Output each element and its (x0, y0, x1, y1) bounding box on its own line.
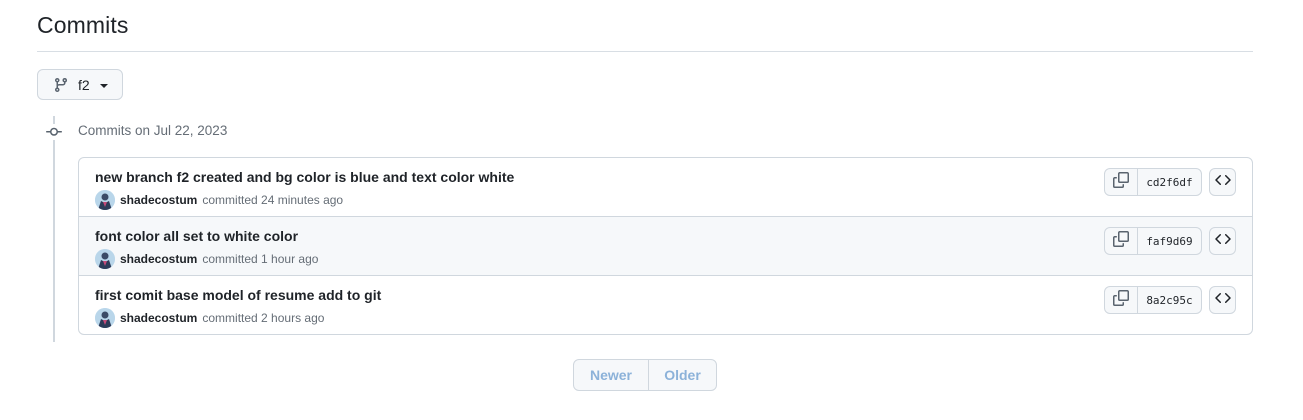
commit-list: new branch f2 created and bg color is bl… (78, 157, 1253, 335)
code-icon (1214, 290, 1231, 311)
commit-meta: shadecostum committed 24 minutes ago (95, 190, 343, 210)
sha-button-group: faf9d69 (1104, 227, 1202, 255)
copy-sha-button[interactable] (1105, 228, 1138, 254)
commit-message-link[interactable]: new branch f2 created and bg color is bl… (95, 169, 514, 185)
copy-icon (1113, 289, 1129, 311)
browse-repo-button[interactable] (1209, 168, 1236, 196)
newer-page-button[interactable]: Newer (574, 360, 649, 390)
copy-sha-button[interactable] (1105, 169, 1138, 195)
commit-meta: shadecostum committed 1 hour ago (95, 249, 318, 269)
avatar[interactable] (95, 308, 115, 328)
timeline-line (53, 116, 55, 342)
commit-row: font color all set to white color shadec… (79, 217, 1252, 276)
author-link[interactable]: shadecostum (120, 252, 197, 266)
sha-button-group: 8a2c95c (1104, 286, 1202, 314)
commit-sha-link[interactable]: cd2f6df (1138, 169, 1201, 195)
commit-time: committed 2 hours ago (202, 311, 325, 325)
commit-group-date: Commits on Jul 22, 2023 (78, 123, 228, 138)
older-page-button[interactable]: Older (649, 360, 716, 390)
author-link[interactable]: shadecostum (120, 311, 197, 325)
code-icon (1214, 172, 1231, 193)
branch-selector-button[interactable]: f2 (37, 69, 123, 100)
copy-icon (1113, 230, 1129, 252)
git-commit-icon (46, 124, 62, 140)
commit-meta: shadecostum committed 2 hours ago (95, 308, 324, 328)
chevron-down-icon (99, 83, 108, 88)
commits-page: Commits f2 Commits on Jul 22, 2023 new b… (0, 0, 1303, 420)
git-branch-icon (53, 77, 69, 93)
avatar[interactable] (95, 190, 115, 210)
branch-name: f2 (78, 76, 90, 93)
author-link[interactable]: shadecostum (120, 193, 197, 207)
pagination: Newer Older (573, 359, 717, 391)
sha-button-group: cd2f6df (1104, 168, 1202, 196)
page-title: Commits (37, 12, 129, 38)
avatar[interactable] (95, 249, 115, 269)
commit-sha-link[interactable]: faf9d69 (1138, 228, 1201, 254)
browse-repo-button[interactable] (1209, 286, 1236, 314)
commit-row: new branch f2 created and bg color is bl… (79, 158, 1252, 217)
browse-repo-button[interactable] (1209, 227, 1236, 255)
title-divider (37, 51, 1253, 52)
code-icon (1214, 231, 1231, 252)
commit-message-link[interactable]: first comit base model of resume add to … (95, 287, 381, 303)
commit-sha-link[interactable]: 8a2c95c (1138, 287, 1201, 313)
commit-time: committed 1 hour ago (202, 252, 319, 266)
commit-message-link[interactable]: font color all set to white color (95, 228, 298, 244)
copy-icon (1113, 171, 1129, 193)
commit-row: first comit base model of resume add to … (79, 276, 1252, 334)
copy-sha-button[interactable] (1105, 287, 1138, 313)
commit-time: committed 24 minutes ago (202, 193, 344, 207)
